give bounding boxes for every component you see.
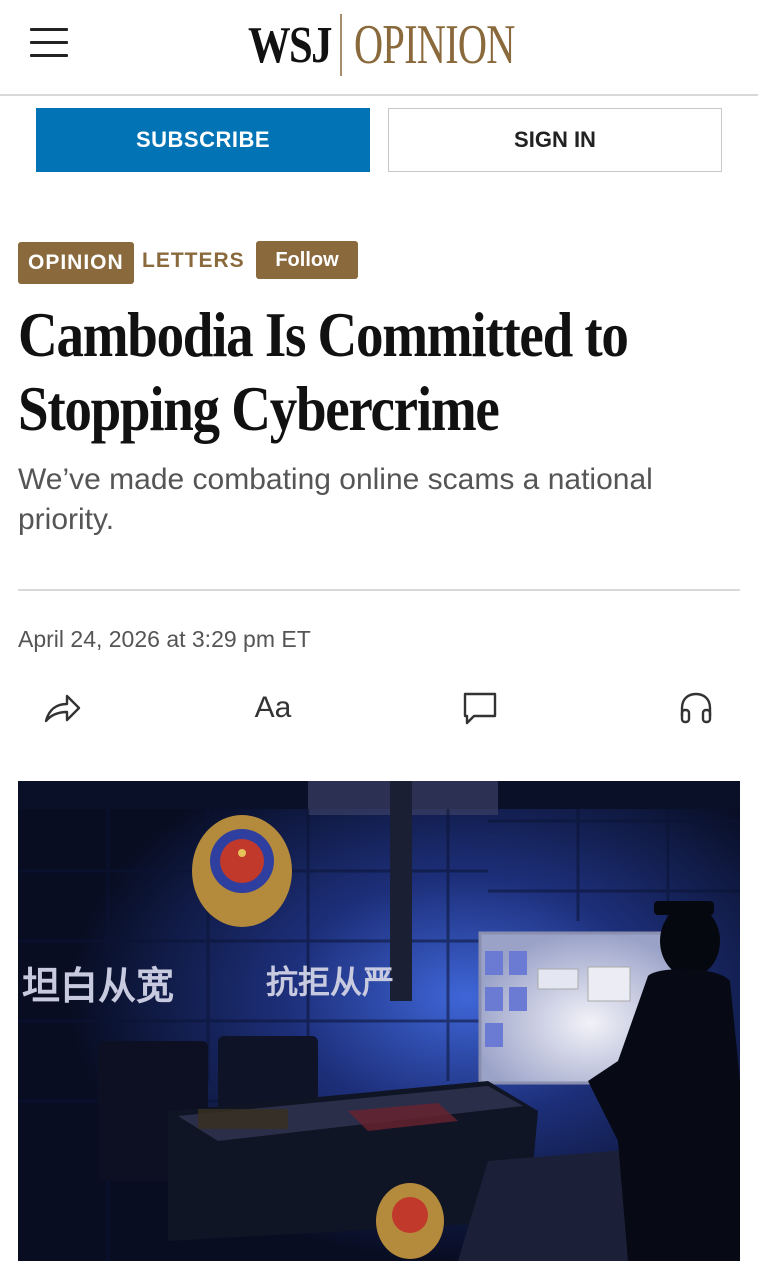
site-header: WSJ OPINION — [0, 0, 758, 96]
share-icon[interactable] — [38, 680, 86, 736]
headphones-icon[interactable] — [672, 680, 720, 736]
brand-logo[interactable]: WSJ OPINION — [248, 10, 577, 80]
wall-slogan-right: 抗拒从严 — [266, 963, 394, 1001]
section-tag[interactable]: OPINION — [18, 242, 134, 284]
text-size-label: Aa — [254, 691, 292, 724]
follow-button[interactable]: Follow — [256, 241, 358, 279]
article-headline: Cambodia Is Committed to Stopping Cyberc… — [18, 299, 629, 444]
article-toolbar: Aa — [0, 680, 758, 736]
hamburger-menu-icon[interactable] — [30, 26, 68, 60]
subscribe-button[interactable]: SUBSCRIBE — [36, 108, 370, 172]
comment-icon[interactable] — [456, 680, 504, 736]
brand-wsj: WSJ — [248, 16, 332, 74]
category-link[interactable]: LETTERS — [142, 249, 245, 273]
photo-scene: 坦白从宽 抗拒从严 — [18, 781, 740, 1261]
brand-divider — [340, 14, 342, 76]
publish-date: April 24, 2026 at 3:29 pm ET — [18, 626, 311, 652]
brand-section: OPINION — [354, 14, 515, 76]
article-photo[interactable]: 坦白从宽 抗拒从严 — [18, 781, 740, 1261]
divider — [18, 589, 740, 591]
text-size-button[interactable]: Aa — [246, 680, 300, 736]
wall-slogan-left: 坦白从宽 — [22, 964, 174, 1008]
article-dek: We’ve made combating online scams a nati… — [18, 463, 653, 536]
police-emblem — [192, 815, 292, 927]
sign-in-button[interactable]: SIGN IN — [388, 108, 722, 172]
